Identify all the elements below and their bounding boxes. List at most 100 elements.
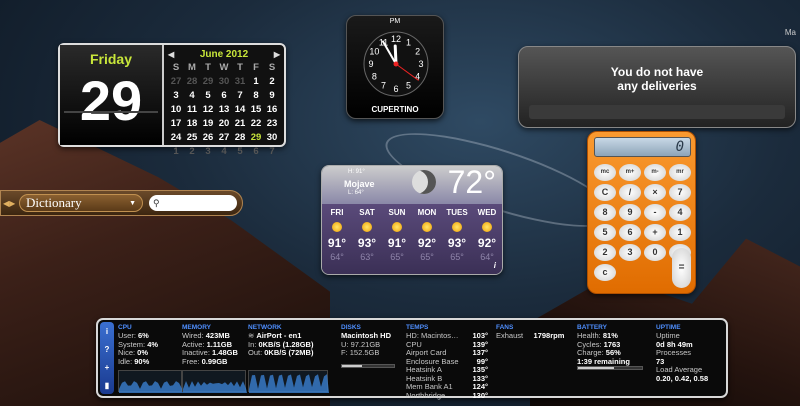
calendar-date[interactable]: 8 [248,90,264,101]
forecast-low: 65° [390,252,404,262]
clock-numeral: 10 [369,47,379,57]
calendar-date[interactable]: 22 [248,118,264,129]
deliveries-line1: You do not have [610,65,704,79]
calendar-date[interactable]: 1 [248,76,264,87]
calculator-key[interactable]: 6 [619,224,641,241]
calendar-date[interactable]: 27 [216,132,232,143]
sun-icon [452,222,462,232]
calendar-date[interactable]: 2 [264,76,280,87]
clock-widget[interactable]: PM 123456789101112 CUPERTINO [346,15,444,119]
calendar-date[interactable]: 2 [184,146,200,157]
calendar-widget[interactable]: Friday 29 ◀ June 2012 ▶ S M T W T F S 27 28 29 30 3… [58,43,286,157]
calendar-date[interactable]: 16 [264,104,280,115]
calendar-date[interactable]: 6 [248,146,264,157]
forecast-day: FRI 91° 64° [322,208,352,274]
calendar-date[interactable]: 31 [232,76,248,87]
calendar-date[interactable]: 29 [248,132,264,143]
prev-month-arrow-icon[interactable]: ◀ [168,50,174,59]
calendar-date[interactable]: 25 [184,132,200,143]
calendar-date[interactable]: 27 [168,76,184,87]
calendar-date[interactable]: 18 [184,118,200,129]
calendar-date[interactable]: 4 [216,146,232,157]
dictionary-widget[interactable]: ◀▶ Dictionary ▼ ⚲ [0,190,243,216]
istat-disks: DISKS Macintosh HD U: 97.21GB F: 152.5GB [341,324,392,357]
corner-label: Ma [784,28,796,37]
calculator-key[interactable]: + [644,224,666,241]
forecast-day: SAT 93° 63° [352,208,382,274]
calendar-date[interactable]: 28 [232,132,248,143]
calendar-date[interactable]: 14 [232,104,248,115]
calendar-date[interactable]: 5 [232,146,248,157]
calendar-date[interactable]: 17 [168,118,184,129]
forecast-low: 64° [480,252,494,262]
calculator-widget[interactable]: 0 mcm+m-mrC/×789-456+1230.c = [587,131,696,294]
calendar-date[interactable]: 26 [200,132,216,143]
calendar-date[interactable]: 7 [264,146,280,157]
calendar-date[interactable]: 30 [216,76,232,87]
calculator-key[interactable]: 1 [669,224,691,241]
calendar-date[interactable]: 23 [264,118,280,129]
calculator-key[interactable]: m+ [619,164,641,181]
calculator-key[interactable]: m- [644,164,666,181]
calendar-date[interactable]: 3 [168,90,184,101]
info-icon[interactable]: i [494,261,496,270]
calendar-date[interactable]: 1 [168,146,184,157]
calendar-date[interactable]: 30 [264,132,280,143]
calendar-date[interactable]: 6 [216,90,232,101]
istat-add-icon[interactable]: + [105,363,110,372]
calculator-key[interactable]: 8 [594,204,616,221]
calculator-key[interactable]: × [644,184,666,201]
istat-info-icon[interactable]: i [106,327,108,336]
dictionary-source-select[interactable]: Dictionary ▼ [19,194,143,212]
calculator-equals-key[interactable]: = [672,248,691,288]
istat-battery-icon[interactable]: ▮ [105,381,109,390]
calendar-date[interactable]: 28 [184,76,200,87]
calendar-date[interactable]: 11 [184,104,200,115]
network-graph [248,370,329,393]
calculator-key[interactable]: mr [669,164,691,181]
calculator-key[interactable]: mc [594,164,616,181]
calendar-date[interactable]: 21 [232,118,248,129]
calendar-date[interactable]: 19 [200,118,216,129]
dictionary-nav-arrows-icon[interactable]: ◀▶ [3,199,19,208]
calculator-key[interactable]: - [644,204,666,221]
forecast-day: WED 92° 64° [472,208,502,274]
deliveries-widget[interactable]: You do not have any deliveries [518,46,796,128]
istat-widget[interactable]: i ? + ▮ CPU User: 6% System: 4% Nice: 0%… [96,318,728,399]
istat-help-icon[interactable]: ? [105,345,110,354]
calendar-date[interactable]: 15 [248,104,264,115]
calendar-date[interactable]: 20 [216,118,232,129]
calculator-key[interactable]: 7 [669,184,691,201]
weather-low: L: 64° [348,190,364,196]
calendar-month-panel: ◀ June 2012 ▶ S M T W T F S 27 28 29 30 31 1 2 3 4 5 6 7 8 9… [164,45,284,157]
calculator-key[interactable]: 4 [669,204,691,221]
calendar-weekday: F [253,62,259,73]
calculator-key[interactable]: 0 [644,244,666,261]
calculator-key[interactable]: 3 [619,244,641,261]
calendar-date[interactable]: 7 [232,90,248,101]
calculator-key[interactable]: 9 [619,204,641,221]
weather-widget[interactable]: H: 91° Mojave L: 64° 72° FRI 91° 64° SAT … [321,165,503,275]
calendar-date[interactable]: 12 [200,104,216,115]
calendar-date[interactable]: 10 [168,104,184,115]
forecast-day-name: FRI [330,208,344,217]
calendar-date[interactable]: 3 [200,146,216,157]
calculator-key[interactable]: 5 [594,224,616,241]
calculator-display: 0 [594,137,691,157]
calculator-key[interactable]: 2 [594,244,616,261]
calendar-date[interactable]: 9 [264,90,280,101]
calculator-key[interactable]: C [594,184,616,201]
calendar-date[interactable]: 24 [168,132,184,143]
next-month-arrow-icon[interactable]: ▶ [274,50,280,59]
calculator-key[interactable]: c [594,264,616,281]
calendar-day-panel[interactable]: Friday 29 [60,45,164,145]
forecast-high: 93° [357,236,377,250]
dictionary-search-input[interactable]: ⚲ [149,195,237,211]
sun-icon [392,222,402,232]
calendar-date[interactable]: 29 [200,76,216,87]
calculator-key[interactable]: / [619,184,641,201]
istat-network: NETWORK ≋ AirPort - en1 In: 0KB/S (1.28G… [248,324,314,357]
calendar-date[interactable]: 13 [216,104,232,115]
calendar-date[interactable]: 4 [184,90,200,101]
calendar-date[interactable]: 5 [200,90,216,101]
